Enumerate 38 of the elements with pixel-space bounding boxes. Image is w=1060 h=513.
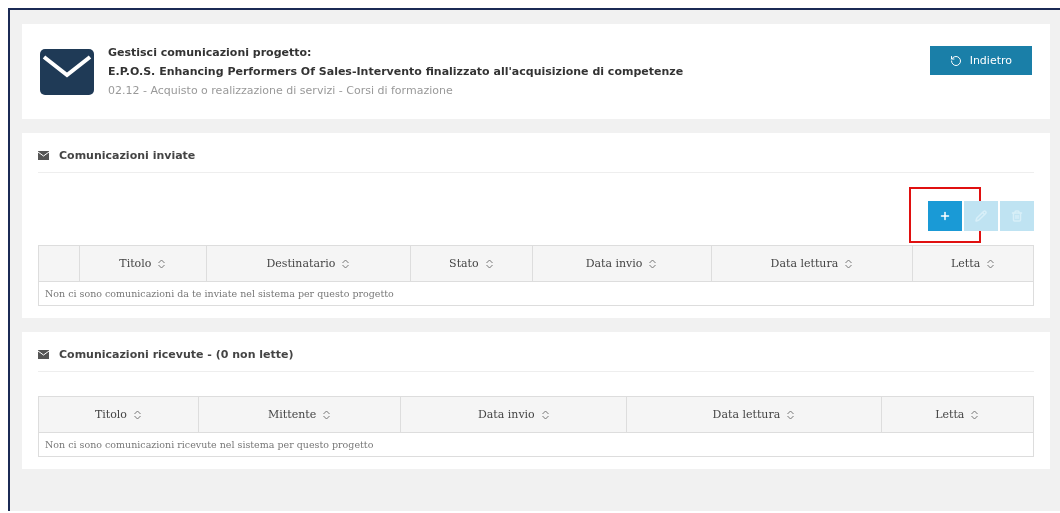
sort-icon[interactable]: [157, 259, 167, 269]
sort-icon[interactable]: [986, 259, 996, 269]
sort-icon[interactable]: [322, 410, 332, 420]
column-header[interactable]: Data invio: [400, 396, 627, 433]
column-header[interactable]: Stato: [410, 245, 533, 282]
section-title: Comunicazioni ricevute - (0 non lette): [59, 348, 294, 361]
sort-icon[interactable]: [844, 259, 854, 269]
add-button[interactable]: [928, 201, 962, 231]
envelope-icon: [38, 350, 49, 359]
sort-icon[interactable]: [970, 410, 980, 420]
envelope-icon: [38, 151, 49, 160]
column-header[interactable]: Mittente: [198, 396, 401, 433]
column-header[interactable]: Data invio: [532, 245, 712, 282]
sort-icon[interactable]: [132, 410, 142, 420]
plus-icon: [939, 210, 951, 222]
column-header[interactable]: Titolo: [79, 245, 207, 282]
empty-message: Non ci sono comunicazioni ricevute nel sistema per questo progetto: [38, 432, 1034, 457]
sort-icon[interactable]: [341, 259, 351, 269]
column-header[interactable]: Letta: [912, 245, 1034, 282]
section-title: Comunicazioni inviate: [59, 149, 196, 162]
empty-message: Non ci sono comunicazioni da te inviate nel sistema per questo progetto: [38, 281, 1034, 306]
sort-icon[interactable]: [484, 259, 494, 269]
sort-icon[interactable]: [648, 259, 658, 269]
undo-icon: [949, 54, 962, 67]
column-header[interactable]: Titolo: [38, 396, 199, 433]
pencil-icon: [975, 210, 987, 222]
envelope-icon: [40, 48, 94, 95]
sort-icon[interactable]: [786, 410, 796, 420]
column-header[interactable]: Letta: [881, 396, 1034, 433]
column-header[interactable]: Data lettura: [711, 245, 913, 282]
trash-icon: [1011, 210, 1023, 222]
page-title: Gestisci comunicazioni progetto:: [108, 46, 313, 59]
back-button[interactable]: Indietro: [929, 46, 1032, 75]
project-subtitle: 02.12 - Acquisto o realizzazione di servizi - Corsi di formazione: [108, 84, 454, 97]
project-title: E.P.O.S. Enhancing Performers Of Sales-Intervento finalizzato all'acquisizione di competenze: [108, 65, 685, 78]
column-header[interactable]: Destinatario: [206, 245, 411, 282]
column-header[interactable]: Data lettura: [626, 396, 882, 433]
sort-icon[interactable]: [540, 410, 550, 420]
